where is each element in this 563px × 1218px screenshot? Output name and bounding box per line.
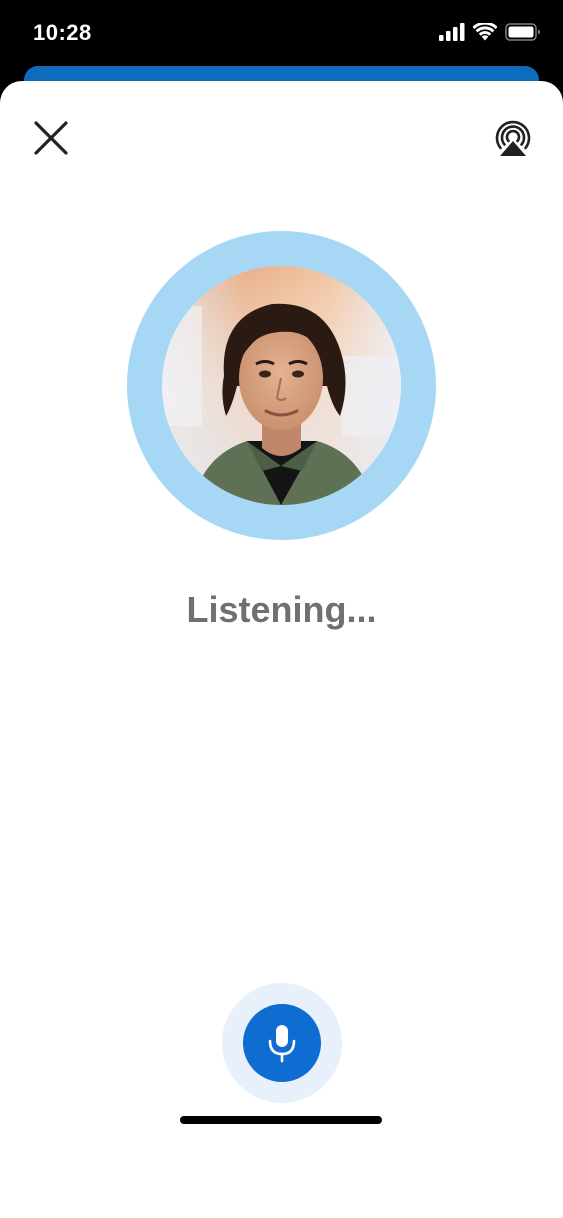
close-icon [34,121,68,155]
cellular-signal-icon [439,22,465,46]
avatar [162,266,401,505]
airplay-button[interactable] [491,117,535,161]
status-time: 10:28 [33,20,92,45]
microphone-icon [268,1025,296,1063]
microphone-button[interactable] [243,1004,321,1082]
airplay-icon [495,120,531,156]
home-indicator[interactable] [180,1116,382,1124]
avatar-ring [127,231,436,540]
person-photo [162,266,401,505]
status-bar: 10:28 [0,0,563,66]
mic-halo [222,983,342,1103]
voice-sheet: Listening... [0,81,563,1218]
wifi-icon [472,21,498,46]
close-button[interactable] [30,117,72,159]
listening-status: Listening... [186,589,377,630]
status-icons [439,21,541,46]
battery-icon [505,22,541,46]
voice-assistant-screen: 10:28 Listening... [0,0,563,1218]
